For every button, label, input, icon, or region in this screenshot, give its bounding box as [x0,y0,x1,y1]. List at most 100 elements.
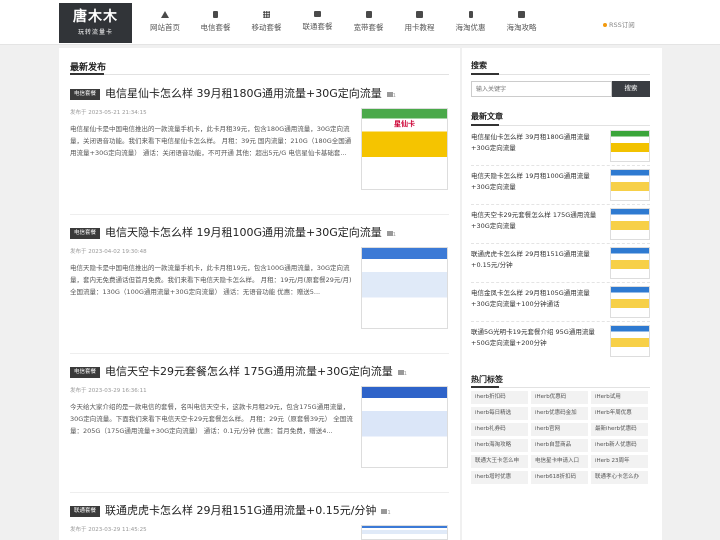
section-title: 最新发布 [70,63,107,73]
post-date: 发布于 2023-05-21 21:34:15 [70,110,147,116]
nav-label: 海淘优惠 [455,23,486,32]
latest-post-item[interactable]: 电信天隐卡怎么样 19月租100G通用流量+30G定向流量 [471,166,650,205]
nav-label: 电信套餐 [200,23,231,32]
tag-link[interactable]: iHerb年周优惠 [591,407,648,420]
post-divider [70,353,449,354]
comment-count: 1 [403,371,407,377]
tag-link[interactable]: iherb礼券码 [471,423,528,436]
tag-link[interactable]: 联通大王卡怎么申 [471,455,528,468]
category-badge[interactable]: 电信套餐 [70,367,101,378]
rss-link[interactable]: RSS订阅 [603,19,635,29]
post-title[interactable]: 电信星仙卡怎么样 39月租180G通用流量+30G定向流量 1 [105,86,396,104]
post-divider [70,492,449,493]
post-excerpt: 电信天隐卡是中国电信推出的一款流量手机卡，此卡月租19元，包含100G通用流量，… [70,264,352,296]
tag-link[interactable]: iHerb优惠码 [531,391,588,404]
latest-post-thumbnail [610,286,650,318]
nav-item-home[interactable]: 网站首页 [140,0,190,45]
main-content: 最新发布 电信套餐 电信星仙卡怎么样 39月租180G通用流量+30G定向流量 1… [59,48,460,540]
tag-link[interactable]: iherb自营商品 [531,439,588,452]
comment-count: 1 [392,232,396,238]
post-thumbnail[interactable] [361,525,448,540]
list-icon [314,11,321,17]
post-divider [70,214,449,215]
post-title[interactable]: 电信天隐卡怎么样 19月租100G通用流量+30G定向流量 1 [105,225,396,243]
tag-link[interactable]: iherb新人优惠码 [591,439,648,452]
post-title[interactable]: 联通虎虎卡怎么样 29月租151G通用流量+0.15元/分钟 1 [105,503,391,521]
post-thumbnail[interactable] [361,247,448,329]
latest-post-item[interactable]: 电信天空卡29元套餐怎么样 175G通用流量+30G定向流量 [471,205,650,244]
search-title: 搜索 [471,61,487,70]
nav-label: 海淘攻略 [506,23,537,32]
nav-item-mobile[interactable]: 移动套餐 [241,0,292,45]
comment-count: 1 [387,510,391,516]
post-title-text: 电信星仙卡怎么样 39月租180G通用流量+30G定向流量 [105,87,382,100]
post-title-text: 电信天隐卡怎么样 19月租100G通用流量+30G定向流量 [105,226,382,239]
document-icon [365,11,372,18]
nav-item-unicom[interactable]: 联通套餐 [292,0,343,45]
latest-post-title: 电信星仙卡怎么样 39月租180G通用流量+30G定向流量 [471,133,590,152]
rss-icon [603,23,607,27]
nav-item-tutorial[interactable]: 用卡教程 [394,0,445,45]
latest-post-item[interactable]: 联通5G光明卡19元套餐介绍 95G通用流量+50G定向流量+200分钟 [471,322,650,361]
comment-count: 1 [392,93,396,99]
tag-link[interactable]: iherb官网 [531,423,588,436]
latest-post-title: 电信天空卡29元套餐怎么样 175G通用流量+30G定向流量 [471,211,597,230]
latest-post-thumbnail [610,208,650,240]
tag-link[interactable]: 联通孝心卡怎么办 [591,471,648,484]
search-input[interactable] [471,81,612,97]
sidebar-divider [471,73,650,75]
thumbnail-label: 星仙卡 [394,120,415,128]
latest-post-thumbnail [610,130,650,162]
post-thumbnail[interactable]: 星仙卡 [361,108,448,190]
tag-link[interactable]: iherb618折扣码 [531,471,588,484]
phone-icon [213,11,218,18]
category-badge[interactable]: 电信套餐 [70,228,101,239]
nav-label: 联通套餐 [302,22,333,31]
latest-title: 最新文章 [471,112,503,121]
grid-icon [263,11,270,18]
site-logo[interactable]: 唐木木 玩转流量卡 [59,3,132,43]
tag-link[interactable]: iherb增时优惠 [471,471,528,484]
tag-link[interactable]: iherb每日精选 [471,407,528,420]
latest-post-title: 联通虎虎卡怎么样 29月租151G通用流量+0.15元/分钟 [471,250,590,269]
post-date: 发布于 2023-03-29 11:45:25 [70,527,147,533]
nav-label: 用卡教程 [404,23,435,32]
category-badge[interactable]: 联通套餐 [70,506,101,517]
home-icon [161,11,169,18]
nav-item-telecom[interactable]: 电信套餐 [190,0,241,45]
tags-title: 热门标签 [471,375,503,384]
nav-label: 网站首页 [150,23,180,32]
flag-icon [416,11,423,18]
search-button[interactable]: 搜索 [612,81,650,97]
nav-label: 宽带套餐 [353,23,384,32]
latest-post-title: 电信金凤卡怎么样 29月租105G通用流量+30G定向流量+100分钟通话 [471,289,590,308]
tag-link[interactable]: iherb海淘攻略 [471,439,528,452]
section-divider [70,73,449,75]
tag-link[interactable]: 最新iherb优惠码 [591,423,648,436]
post-title-text: 电信天空卡29元套餐怎么样 175G通用流量+30G定向流量 [105,365,393,378]
tag-link[interactable]: iHerb试用 [591,391,648,404]
rss-label: RSS订阅 [609,21,635,29]
latest-post-thumbnail [610,247,650,279]
latest-post-item[interactable]: 电信星仙卡怎么样 39月租180G通用流量+30G定向流量 [471,127,650,166]
post-excerpt: 今天给大家介绍的是一款电信的套餐，名叫电信天空卡，这款卡月租29元，包含175G… [70,403,353,435]
tag-link[interactable]: iherb优惠码金加 [531,407,588,420]
category-badge[interactable]: 电信套餐 [70,89,101,100]
post-date: 发布于 2023-04-02 19:30:48 [70,249,147,255]
latest-post-item[interactable]: 联通虎虎卡怎么样 29月租151G通用流量+0.15元/分钟 [471,244,650,283]
sidebar-divider [471,386,650,388]
tag-link[interactable]: 电信星卡申请入口 [531,455,588,468]
book-icon [518,11,525,18]
tag-icon [468,11,473,18]
tag-link[interactable]: iHerb 23周年 [591,455,648,468]
post-thumbnail[interactable] [361,386,448,468]
latest-post-item[interactable]: 电信金凤卡怎么样 29月租105G通用流量+30G定向流量+100分钟通话 [471,283,650,322]
nav-label: 移动套餐 [251,23,282,32]
nav-item-guide[interactable]: 海淘攻略 [496,0,547,45]
nav-item-deals[interactable]: 海淘优惠 [445,0,496,45]
nav-item-broadband[interactable]: 宽带套餐 [343,0,394,45]
post-title[interactable]: 电信天空卡29元套餐怎么样 175G通用流量+30G定向流量 1 [105,364,407,382]
tag-link[interactable]: iherb折扣码 [471,391,528,404]
logo-sub-text: 玩转流量卡 [77,29,113,36]
post-excerpt: 电信星仙卡是中国电信推出的一款流量手机卡，此卡月租39元，包含180G通用流量，… [70,125,352,157]
